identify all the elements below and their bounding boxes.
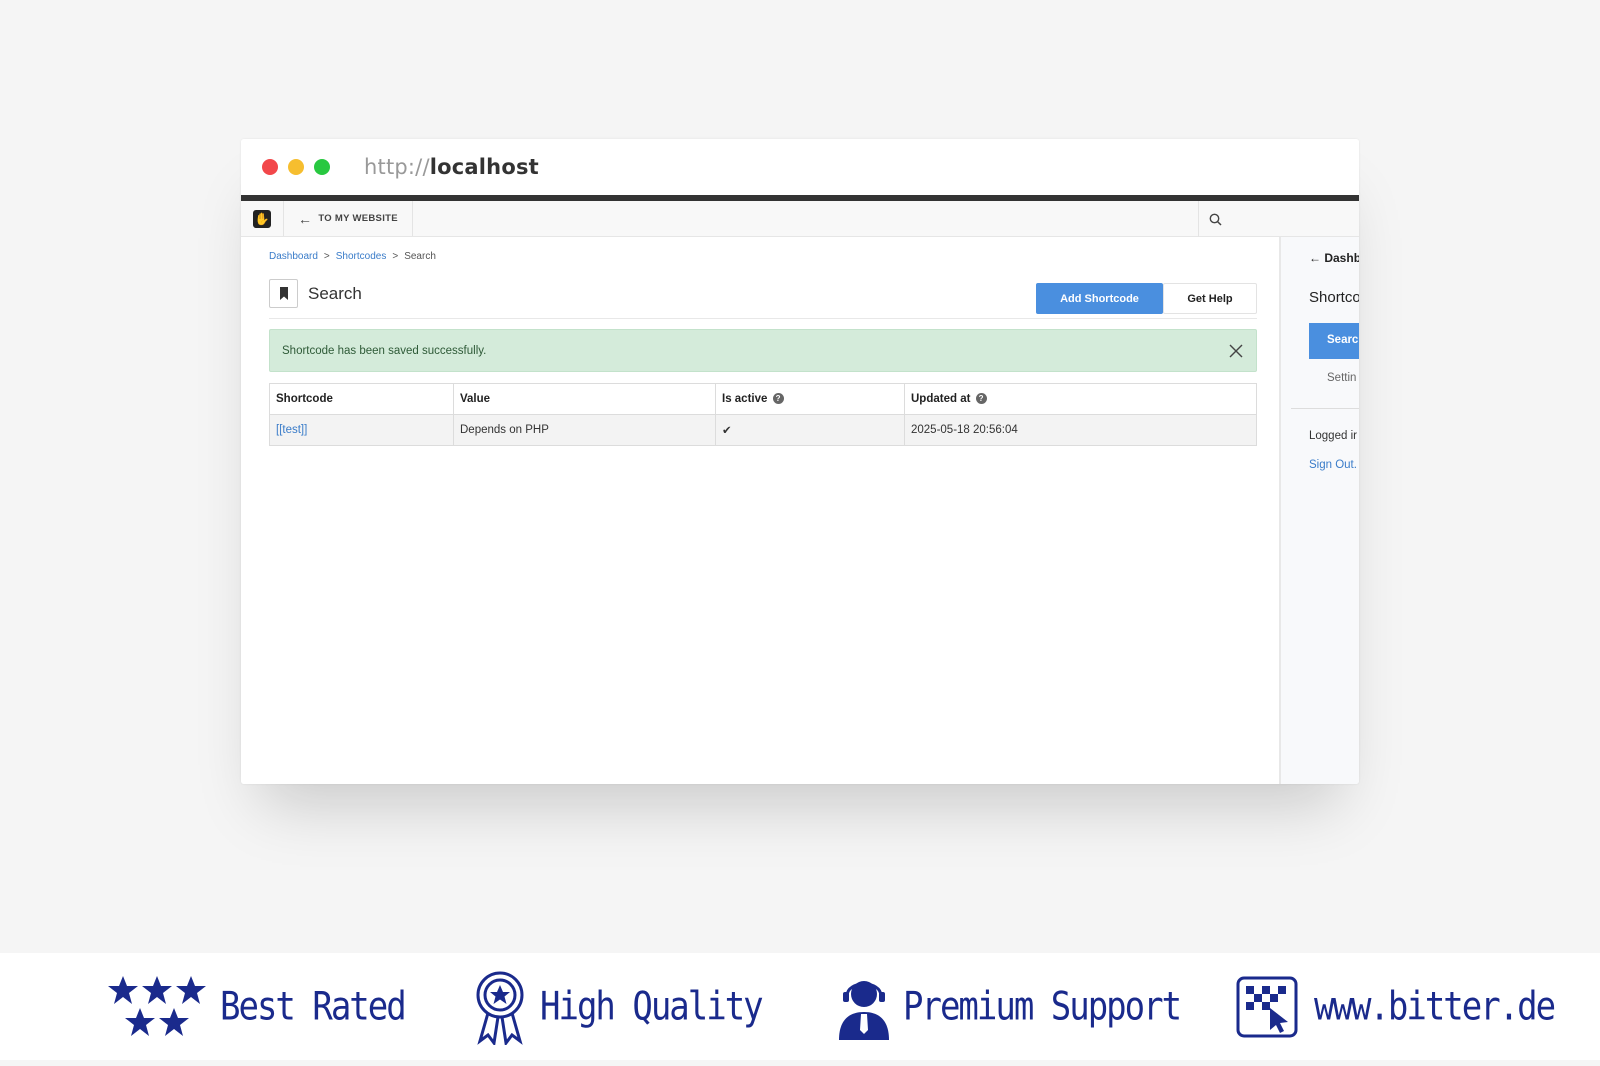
stars-icon — [108, 975, 206, 1036]
cms-toolbar: ✋ ← TO MY WEBSITE — [241, 201, 1359, 237]
updated-at-label: Updated at — [911, 393, 971, 405]
cell-updated-at: 2025-05-18 20:56:04 — [904, 414, 1257, 446]
address-bar[interactable]: http://localhost — [364, 155, 539, 179]
logged-in-text: Logged ir — [1309, 430, 1357, 442]
to-my-website-label: TO MY WEBSITE — [318, 213, 398, 224]
to-my-website-link[interactable]: ← TO MY WEBSITE — [284, 201, 413, 236]
breadcrumb-dashboard[interactable]: Dashboard — [269, 251, 318, 262]
arrow-left-icon: ← — [298, 210, 313, 227]
toolbar-search-button[interactable] — [1198, 201, 1359, 237]
table-row[interactable]: [[test]] Depends on PHP ✔ 2025-05-18 20:… — [269, 414, 1257, 446]
badge-label: Premium Support — [903, 983, 1182, 1030]
is-active-label: Is active — [722, 393, 768, 405]
sign-out-link[interactable]: Sign Out. — [1309, 459, 1357, 471]
badge-label: Best Rated — [220, 983, 407, 1030]
column-header-shortcode[interactable]: Shortcode — [269, 383, 454, 415]
url-protocol: http:// — [364, 155, 430, 179]
sidebar-divider — [1291, 408, 1359, 409]
checkmark-icon: ✔ — [722, 425, 732, 437]
success-alert: Shortcode has been saved successfully. — [269, 329, 1257, 372]
sidebar-back-label: Dashb — [1324, 251, 1359, 265]
page-title: Search — [308, 284, 362, 303]
breadcrumb: Dashboard > Shortcodes > Search — [269, 251, 436, 262]
sidebar-item-settings[interactable]: Settin — [1327, 372, 1356, 384]
breadcrumb-separator: > — [392, 251, 399, 262]
support-agent-icon — [839, 980, 889, 1040]
alert-message: Shortcode has been saved successfully. — [282, 344, 487, 357]
right-sidebar: ← Dashb Shortco Searc Settin Logged ir S… — [1279, 237, 1359, 784]
main-content: Dashboard > Shortcodes > Search Search Add S… — [241, 237, 1279, 784]
get-help-button[interactable]: Get Help — [1163, 283, 1257, 314]
badge-label: High Quality — [540, 983, 764, 1030]
breadcrumb-shortcodes[interactable]: Shortcodes — [336, 251, 387, 262]
sidebar-item-search[interactable]: Searc — [1309, 323, 1359, 359]
badge-premium-support: Premium Support — [835, 953, 1182, 1060]
browser-titlebar: http://localhost — [241, 139, 1359, 195]
cms-logo-button[interactable]: ✋ — [241, 201, 284, 236]
breadcrumb-current: Search — [404, 251, 436, 262]
browser-window: http://localhost ✋ ← TO MY WEBSITE Dashb… — [241, 139, 1359, 784]
table-header-row: Shortcode Value Is active ? Updated at ? — [269, 383, 1257, 415]
minimize-window-button[interactable] — [288, 159, 304, 175]
badge-label[interactable]: www.bitter.de — [1314, 984, 1556, 1030]
bookmark-icon — [279, 287, 288, 300]
sidebar-back-link[interactable]: ← Dashb — [1309, 251, 1359, 265]
column-header-is-active[interactable]: Is active ? — [715, 383, 905, 415]
shortcode-link[interactable]: [[test]] — [276, 424, 307, 436]
page-header: Search Add Shortcode Get Help — [269, 279, 1257, 319]
maximize-window-button[interactable] — [314, 159, 330, 175]
badge-best-rated: Best Rated — [106, 953, 407, 1060]
help-icon[interactable]: ? — [975, 393, 987, 405]
shortcodes-table: Shortcode Value Is active ? Updated at ?… — [269, 383, 1257, 446]
column-header-updated-at[interactable]: Updated at ? — [904, 383, 1257, 415]
cell-shortcode: [[test]] — [269, 414, 454, 446]
award-ribbon-icon — [476, 971, 524, 1045]
help-icon[interactable]: ? — [772, 393, 784, 405]
hand-logo-icon: ✋ — [253, 209, 271, 228]
url-host: localhost — [429, 155, 539, 179]
breadcrumb-separator: > — [323, 251, 330, 262]
footer-badges: Best Rated High Quality Premium Support … — [0, 953, 1600, 1060]
cell-value: Depends on PHP — [453, 414, 716, 446]
badge-website: www.bitter.de — [1236, 953, 1556, 1060]
arrow-left-icon: ← — [1309, 251, 1325, 265]
sidebar-section-title: Shortco — [1309, 289, 1359, 306]
add-shortcode-button[interactable]: Add Shortcode — [1036, 283, 1163, 314]
badge-high-quality: High Quality — [474, 953, 764, 1060]
column-header-value[interactable]: Value — [453, 383, 716, 415]
close-icon[interactable] — [1228, 343, 1244, 359]
bookmark-button[interactable] — [269, 279, 298, 308]
cell-is-active: ✔ — [715, 414, 905, 446]
search-icon — [1209, 213, 1222, 226]
close-window-button[interactable] — [262, 159, 278, 175]
bitter-logo-icon — [1236, 976, 1298, 1037]
